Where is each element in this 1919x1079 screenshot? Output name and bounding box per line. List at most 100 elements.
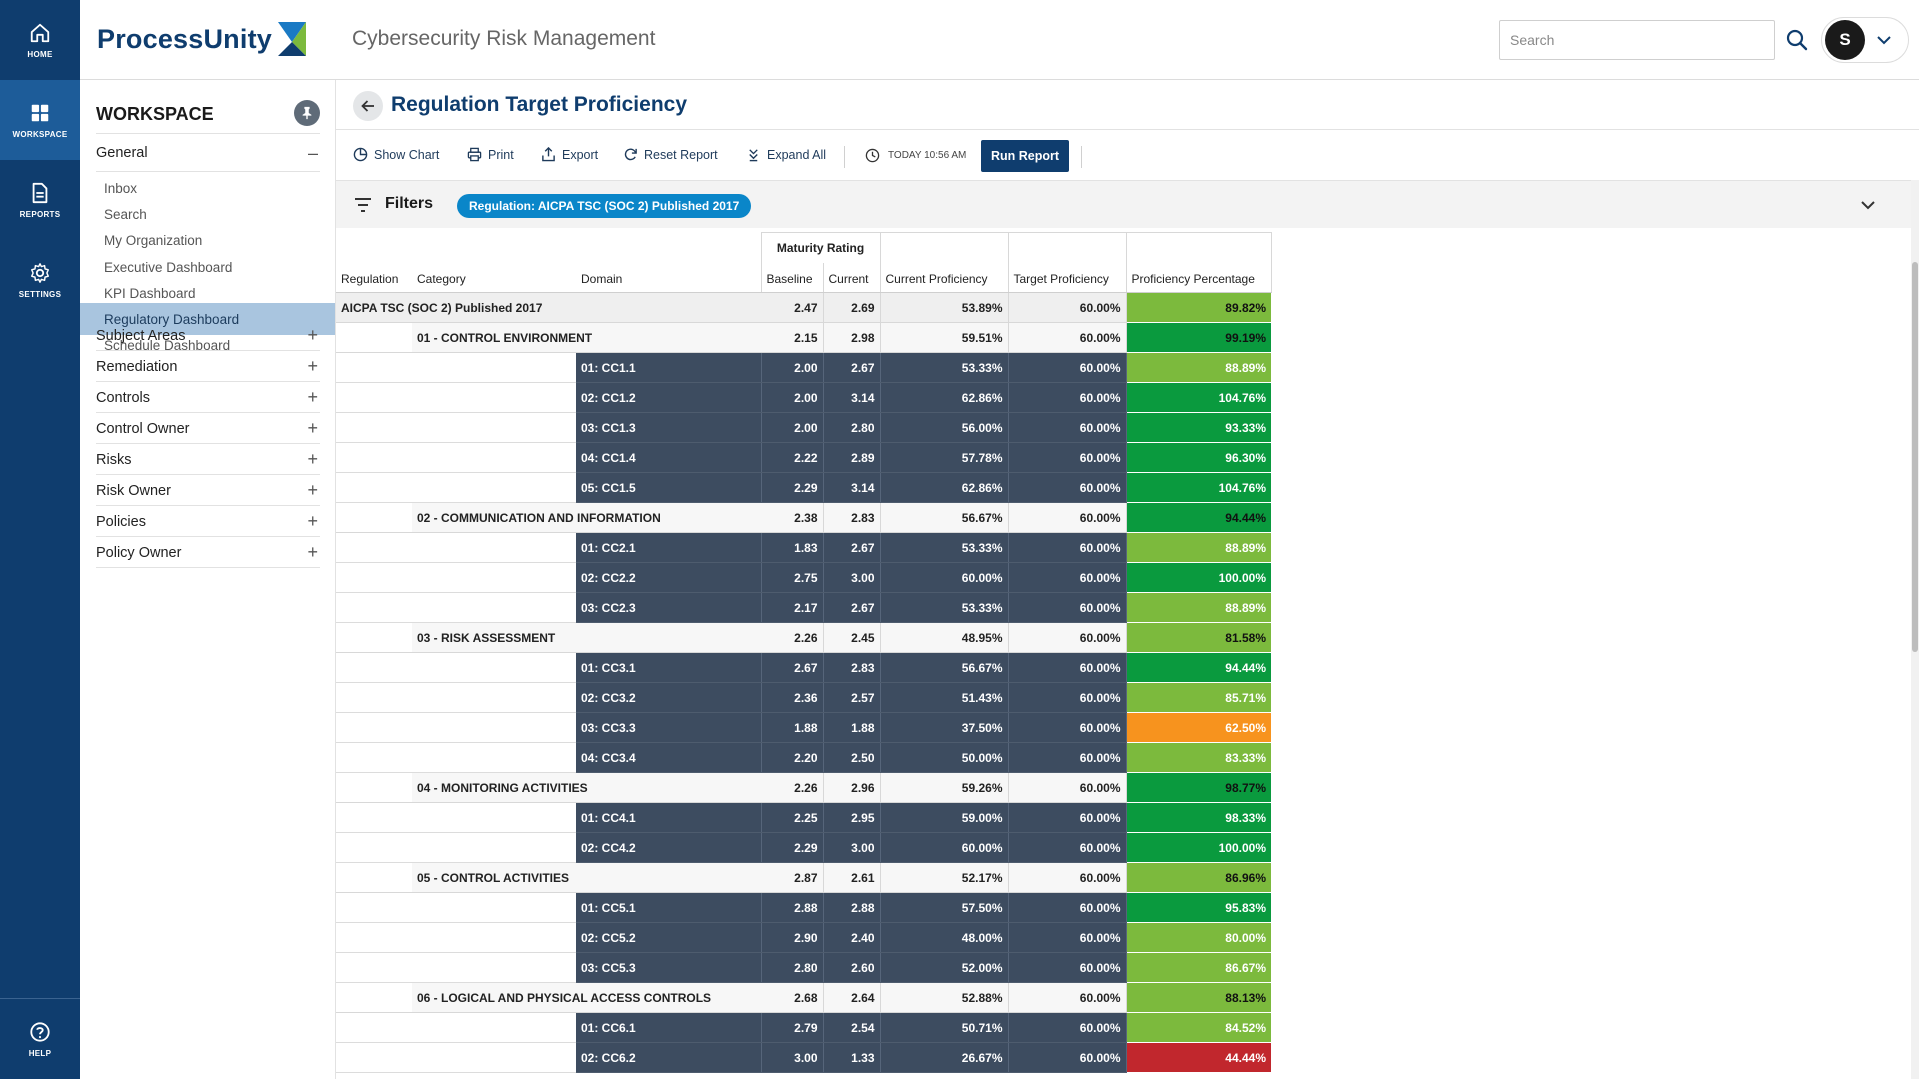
column-header[interactable]: Regulation	[336, 262, 412, 293]
table-row[interactable]: 02: CC3.2 2.36 2.57 51.43% 60.00% 85.71%	[336, 682, 1271, 713]
rail-settings[interactable]: SETTINGS	[0, 240, 80, 320]
table-row[interactable]: 01: CC2.1 1.83 2.67 53.33% 60.00% 88.89%	[336, 532, 1271, 563]
table-row[interactable]: 03: CC5.3 2.80 2.60 52.00% 60.00% 86.67%	[336, 952, 1271, 983]
table-row[interactable]: 01: CC1.1 2.00 2.67 53.33% 60.00% 88.89%	[336, 352, 1271, 383]
table-row[interactable]: 03: CC3.3 1.88 1.88 37.50% 60.00% 62.50%	[336, 712, 1271, 743]
table-row[interactable]: AICPA TSC (SOC 2) Published 2017 2.47 2.69…	[336, 292, 1271, 323]
current-proficiency-cell: 52.17%	[880, 862, 1009, 893]
column-header[interactable]: Domain	[576, 262, 762, 293]
table-row[interactable]: 02: CC5.2 2.90 2.40 48.00% 60.00% 80.00%	[336, 922, 1271, 953]
expand-icon[interactable]: +	[307, 481, 318, 499]
sidebar-section-controls[interactable]: Controls +	[96, 382, 320, 413]
current-proficiency-cell: 62.86%	[880, 382, 1009, 413]
brand-logo[interactable]: ProcessUnity	[97, 20, 308, 58]
table-row[interactable]: 01 - CONTROL ENVIRONMENT 2.15 2.98 59.51% 60…	[336, 322, 1271, 353]
show-chart-button[interactable]: Show Chart	[353, 147, 439, 162]
sidebar-section-risk-owner[interactable]: Risk Owner +	[96, 475, 320, 506]
baseline-cell: 2.79	[761, 1012, 824, 1043]
reset-report-button[interactable]: Reset Report	[623, 147, 718, 162]
table-row[interactable]: 04: CC3.4 2.20 2.50 50.00% 60.00% 83.33%	[336, 742, 1271, 773]
expand-icon[interactable]: +	[307, 357, 318, 375]
table-row[interactable]: 01: CC6.1 2.79 2.54 50.71% 60.00% 84.52%	[336, 1012, 1271, 1043]
column-header[interactable]: Baseline	[761, 262, 824, 293]
column-header[interactable]: Target Proficiency	[1008, 262, 1127, 293]
filter-icon[interactable]	[354, 197, 372, 213]
print-label: Print	[488, 147, 514, 162]
rail-reports-label: REPORTS	[19, 209, 61, 219]
document-icon	[32, 182, 48, 203]
column-header[interactable]: Current Proficiency	[880, 262, 1009, 293]
back-button[interactable]	[353, 91, 383, 121]
pin-button[interactable]	[294, 100, 320, 126]
sidebar-section-policy-owner[interactable]: Policy Owner +	[96, 537, 320, 568]
table-row[interactable]: 03: CC2.3 2.17 2.67 53.33% 60.00% 88.89%	[336, 592, 1271, 623]
baseline-cell: 2.00	[761, 352, 824, 383]
regulation-filter-chip[interactable]: Regulation: AICPA TSC (SOC 2) Published …	[457, 194, 752, 218]
rail-reports[interactable]: REPORTS	[0, 160, 80, 240]
expand-icon[interactable]: +	[307, 419, 318, 437]
expand-all-button[interactable]: Expand All	[746, 147, 826, 162]
current-proficiency-cell: 53.89%	[880, 292, 1009, 323]
expand-icon[interactable]: +	[307, 543, 318, 561]
column-header[interactable]: Category	[412, 262, 576, 293]
proficiency-percentage-cell: 88.89%	[1126, 352, 1271, 383]
column-header[interactable]: Proficiency Percentage	[1126, 262, 1272, 293]
collapse-icon[interactable]: –	[308, 144, 318, 162]
baseline-cell: 2.26	[761, 772, 824, 803]
expand-icon[interactable]: +	[307, 326, 318, 344]
current-proficiency-cell: 52.00%	[880, 952, 1009, 983]
target-proficiency-cell: 60.00%	[1008, 442, 1127, 473]
sidebar-section-control-owner[interactable]: Control Owner +	[96, 413, 320, 444]
target-proficiency-cell: 60.00%	[1008, 772, 1127, 803]
rail-help[interactable]: HELP	[0, 998, 80, 1079]
table-row[interactable]: 03 - RISK ASSESSMENT 2.26 2.45 48.95% 60.00%…	[336, 622, 1271, 653]
run-report-button[interactable]: Run Report	[981, 140, 1069, 172]
sidebar-section-remediation[interactable]: Remediation +	[96, 351, 320, 382]
table-row[interactable]: 04: CC1.4 2.22 2.89 57.78% 60.00% 96.30%	[336, 442, 1271, 473]
table-row[interactable]: 01: CC3.1 2.67 2.83 56.67% 60.00% 94.44%	[336, 652, 1271, 683]
expand-icon[interactable]: +	[307, 388, 318, 406]
print-button[interactable]: Print	[467, 147, 514, 162]
table-row[interactable]: 01: CC4.1 2.25 2.95 59.00% 60.00% 98.33%	[336, 802, 1271, 833]
table-row[interactable]: 04 - MONITORING ACTIVITIES 2.26 2.96 59.26%…	[336, 772, 1271, 803]
column-header[interactable]: Current	[823, 262, 881, 293]
sidebar-section-policies[interactable]: Policies +	[96, 506, 320, 537]
category-cell: 03 - RISK ASSESSMENT	[412, 622, 761, 653]
chevron-down-icon[interactable]	[1859, 196, 1877, 214]
sidebar-item-label: KPI Dashboard	[104, 285, 196, 301]
table-row[interactable]: 02: CC1.2 2.00 3.14 62.86% 60.00% 104.76%	[336, 382, 1271, 413]
proficiency-percentage-cell: 86.67%	[1126, 952, 1271, 983]
sidebar-section-risks[interactable]: Risks +	[96, 444, 320, 475]
sidebar-section-subject-areas[interactable]: Subject Areas +	[96, 320, 320, 351]
table-row[interactable]: 05 - CONTROL ACTIVITIES 2.87 2.61 52.17% 60.…	[336, 862, 1271, 893]
table-row[interactable]: 06 - LOGICAL AND PHYSICAL ACCESS CONTROL…	[336, 982, 1271, 1013]
domain-cell: 01: CC2.1	[576, 532, 762, 563]
table-row[interactable]: 02: CC6.2 3.00 1.33 26.67% 60.00% 44.44%	[336, 1042, 1271, 1073]
table-row[interactable]: 03: CC1.3 2.00 2.80 56.00% 60.00% 93.33%	[336, 412, 1271, 443]
table-row[interactable]: 02 - COMMUNICATION AND INFORMATION 2.38 2.…	[336, 502, 1271, 533]
table-row[interactable]: 01: CC5.1 2.88 2.88 57.50% 60.00% 95.83%	[336, 892, 1271, 923]
proficiency-percentage-cell: 83.33%	[1126, 742, 1271, 773]
export-button[interactable]: Export	[541, 147, 598, 162]
expand-icon[interactable]: +	[307, 450, 318, 468]
sidebar-section-general[interactable]: General –	[96, 134, 320, 172]
vertical-scrollbar[interactable]	[1911, 180, 1919, 1079]
expand-icon[interactable]: +	[307, 512, 318, 530]
target-proficiency-cell: 60.00%	[1008, 832, 1127, 863]
search-input[interactable]	[1499, 20, 1775, 60]
scrollbar-thumb[interactable]	[1912, 262, 1918, 652]
empty-cell	[336, 862, 412, 893]
table-row[interactable]: 02: CC4.2 2.29 3.00 60.00% 60.00% 100.00%	[336, 832, 1271, 863]
user-menu[interactable]: S	[1821, 17, 1909, 63]
baseline-cell: 2.88	[761, 892, 824, 923]
empty-cell	[412, 472, 576, 503]
proficiency-percentage-cell: 100.00%	[1126, 562, 1271, 593]
rail-workspace[interactable]: WORKSPACE	[0, 80, 80, 160]
empty-cell	[412, 592, 576, 623]
empty-cell	[336, 442, 412, 473]
show-chart-label: Show Chart	[374, 147, 440, 162]
table-row[interactable]: 05: CC1.5 2.29 3.14 62.86% 60.00% 104.76%	[336, 472, 1271, 503]
rail-home[interactable]: HOME	[0, 0, 80, 80]
table-row[interactable]: 02: CC2.2 2.75 3.00 60.00% 60.00% 100.00%	[336, 562, 1271, 593]
search-icon[interactable]	[1785, 28, 1809, 52]
